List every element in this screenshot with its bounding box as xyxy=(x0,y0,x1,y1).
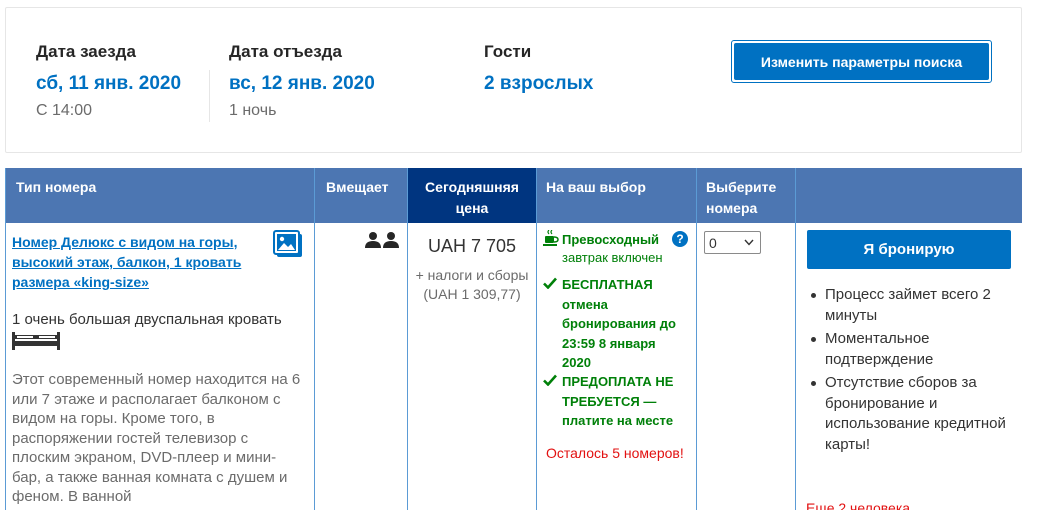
room-quantity-value: 0 xyxy=(709,235,717,251)
taxes-and-fees: + налоги и сборы (UAH 1 309,77) xyxy=(415,267,529,302)
column-line xyxy=(314,168,315,510)
guests-label: Гости xyxy=(484,42,532,61)
change-search-label: Изменить параметры поиска xyxy=(734,43,989,80)
checkin-time: С 14:00 xyxy=(36,102,93,119)
column-line xyxy=(696,168,697,510)
header-select-line1: Выберите xyxy=(706,179,777,195)
breakfast-subtitle: завтрак включен xyxy=(562,250,663,265)
header-price-line1: Сегодняшняя xyxy=(425,179,519,195)
perk-item: Моментальное подтверждение xyxy=(808,329,1013,370)
header-room-type: Тип номера xyxy=(16,179,97,195)
column-line xyxy=(5,168,6,510)
rooms-remaining: Осталось 5 номеров! xyxy=(546,445,684,461)
coffee-cup-icon xyxy=(543,230,559,246)
summary-divider xyxy=(209,70,210,122)
room-quantity-select[interactable]: 0 xyxy=(704,231,761,254)
search-summary: Дата заезда сб, 11 янв. 2020 С 14:00 Дат… xyxy=(5,7,1022,153)
table-header: Тип номера Вмещает Сегодняшняя цена На в… xyxy=(5,168,1022,223)
more-people-notice: Еще 2 человека xyxy=(806,500,911,510)
bed-type: 1 очень большая двуспальная кровать xyxy=(12,311,282,328)
no-prepayment-text: ПРЕДОПЛАТА НЕ ТРЕБУЕТСЯ — платите на мес… xyxy=(562,374,674,428)
checkin-date: сб, 11 янв. 2020 xyxy=(36,73,182,94)
booking-perks: Процесс займет всего 2 минуты Моментальн… xyxy=(808,285,1013,458)
change-search-button[interactable]: Изменить параметры поиска xyxy=(731,40,992,83)
column-line xyxy=(536,168,537,510)
info-icon[interactable]: ? xyxy=(672,231,688,247)
photo-gallery-icon[interactable] xyxy=(273,230,303,258)
column-line xyxy=(407,168,408,510)
header-capacity: Вмещает xyxy=(326,179,389,195)
guests-value: 2 взрослых xyxy=(484,73,594,94)
header-price-line2: цена xyxy=(455,200,489,216)
bed-icon xyxy=(12,332,60,350)
header-select-line2: номера xyxy=(706,200,758,216)
checkout-label: Дата отъезда xyxy=(229,42,342,61)
room-name-link[interactable]: Номер Делюкс с видом на горы, высокий эт… xyxy=(12,232,270,292)
check-icon xyxy=(543,374,557,386)
header-select: Выберите номера xyxy=(706,168,796,223)
room-price: UAH 7 705 xyxy=(427,236,517,256)
checkin-label: Дата заезда xyxy=(36,42,136,61)
check-icon xyxy=(543,277,557,289)
perk-item: Отсутствие сборов за бронирование и испо… xyxy=(808,373,1013,455)
header-choices: На ваш выбор xyxy=(546,179,646,195)
room-description: Этот современный номер находится на 6 ил… xyxy=(12,371,301,505)
free-cancellation-text: БЕСПЛАТНАЯ отмена бронирования до 23:59 … xyxy=(562,277,676,370)
checkout-nights: 1 ночь xyxy=(229,102,277,119)
checkout-date: вс, 12 янв. 2020 xyxy=(229,73,375,94)
persons-icon xyxy=(365,232,399,248)
header-price: Сегодняшняя цена xyxy=(408,168,536,223)
book-button[interactable]: Я бронирую xyxy=(807,230,1011,269)
breakfast-title: Превосходный xyxy=(562,232,660,247)
column-line xyxy=(795,168,796,510)
perk-item: Процесс займет всего 2 минуты xyxy=(808,285,1013,326)
chevron-down-icon xyxy=(744,239,754,246)
